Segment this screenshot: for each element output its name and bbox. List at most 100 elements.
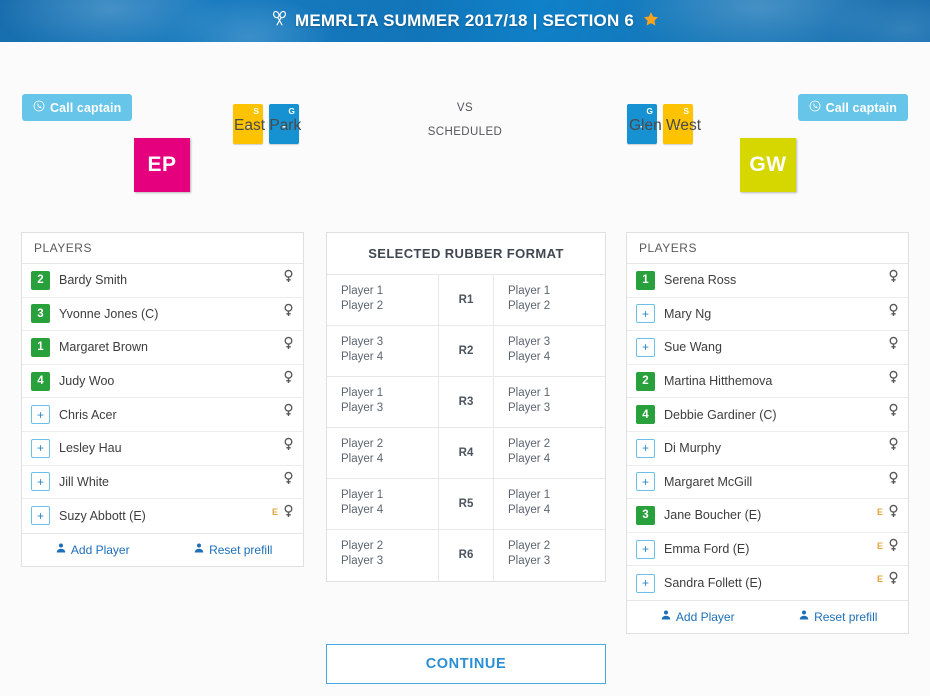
- venus-icon: [888, 403, 899, 423]
- venus-icon: [283, 370, 294, 390]
- add-player-slot-button[interactable]: +: [636, 472, 655, 492]
- person-icon: [798, 609, 810, 624]
- rubber-home-pairing: Player 2 Player 3: [341, 540, 384, 567]
- player-row[interactable]: + Mary Ng: [627, 297, 908, 332]
- player-row[interactable]: + Chris Acer: [22, 398, 303, 432]
- add-player-slot-button[interactable]: +: [31, 405, 50, 425]
- venus-icon: [888, 538, 899, 558]
- venus-icon: [283, 269, 294, 289]
- add-player-slot-button[interactable]: +: [31, 472, 50, 492]
- player-row[interactable]: + Emma Ford (E) E: [627, 532, 908, 567]
- person-icon: [660, 609, 672, 624]
- away-players-panel: PLAYERS 1 Serena Ross + Mary Ng + Sue Wang 2 Ma…: [626, 232, 909, 634]
- player-name: Sandra Follett (E): [664, 576, 762, 591]
- rubber-number: R4: [438, 428, 494, 478]
- player-position-badge: 4: [636, 405, 655, 425]
- player-row[interactable]: + Jill White: [22, 465, 303, 500]
- add-player-slot-button[interactable]: +: [636, 573, 655, 593]
- continue-button[interactable]: CONTINUE: [326, 644, 606, 684]
- player-name: Martina Hitthemova: [664, 374, 773, 389]
- rubber-format-panel: SELECTED RUBBER FORMAT Player 1 Player 2 R…: [326, 232, 606, 582]
- rubber-number: R5: [438, 479, 494, 529]
- crossed-racquets-icon: [271, 10, 288, 32]
- rubber-format-row: Player 3 Player 4 R2 Player 3 Player 4: [327, 326, 605, 377]
- rubber-away-pairing: Player 1 Player 2: [508, 285, 551, 312]
- rubber-format-row: Player 1 Player 4 R5 Player 1 Player 4: [327, 479, 605, 530]
- player-name: Chris Acer: [59, 407, 117, 422]
- add-player-slot-button[interactable]: +: [636, 539, 655, 559]
- reset-prefill-button-home[interactable]: Reset prefill: [163, 542, 304, 557]
- add-player-label-home: Add Player: [70, 542, 130, 557]
- player-name: Sue Wang: [664, 340, 722, 355]
- rubber-format-row: Player 2 Player 4 R4 Player 2 Player 4: [327, 428, 605, 479]
- team-name-home: East Park: [234, 117, 302, 134]
- add-player-button-home[interactable]: Add Player: [22, 542, 163, 557]
- player-row[interactable]: 2 Bardy Smith: [22, 264, 303, 298]
- player-row[interactable]: 1 Serena Ross: [627, 264, 908, 298]
- player-row[interactable]: + Suzy Abbott (E) E: [22, 499, 303, 533]
- rubber-away-pairing: Player 3 Player 4: [508, 336, 551, 363]
- rubber-format-row: Player 1 Player 3 R3 Player 1 Player 3: [327, 377, 605, 428]
- player-name: Suzy Abbott (E): [59, 508, 146, 523]
- venus-icon: [888, 303, 899, 323]
- rubber-home-pairing: Player 3 Player 4: [341, 336, 384, 363]
- rubber-number: R1: [438, 275, 494, 325]
- player-name: Jill White: [59, 474, 110, 489]
- player-position-badge: 3: [636, 505, 655, 525]
- rubber-number: R6: [438, 530, 494, 581]
- player-position-badge: 2: [636, 371, 655, 391]
- player-row[interactable]: 1 Margaret Brown: [22, 331, 303, 365]
- vs-label: VS: [456, 102, 474, 114]
- person-icon: [55, 542, 67, 557]
- venus-icon: [888, 269, 899, 289]
- add-player-slot-button[interactable]: +: [636, 438, 655, 458]
- add-player-slot-button[interactable]: +: [636, 304, 655, 324]
- player-row[interactable]: 4 Judy Woo: [22, 364, 303, 399]
- rubber-format-row: Player 2 Player 3 R6 Player 2 Player 3: [327, 530, 605, 581]
- venus-icon: [888, 571, 899, 591]
- reset-prefill-button-away[interactable]: Reset prefill: [768, 609, 909, 624]
- player-row[interactable]: + Di Murphy: [627, 431, 908, 466]
- away-panel-footer: Add Player Reset prefill: [627, 599, 909, 633]
- rubber-home-pairing: Player 1 Player 4: [341, 489, 384, 516]
- player-row[interactable]: + Sue Wang: [627, 331, 908, 365]
- rubber-number: R2: [438, 326, 494, 376]
- add-player-slot-button[interactable]: +: [636, 337, 655, 357]
- page-title: MEMRLTA SUMMER 2017/18 | SECTION 6: [294, 11, 635, 30]
- player-name: Jane Boucher (E): [664, 508, 762, 523]
- player-row[interactable]: + Lesley Hau: [22, 431, 303, 466]
- away-players-list: 1 Serena Ross + Mary Ng + Sue Wang 2 Martina Hi…: [627, 264, 908, 600]
- player-name: Yvonne Jones (C): [59, 306, 159, 321]
- star-icon: [643, 11, 659, 32]
- venus-icon: [888, 336, 899, 356]
- player-name: Bardy Smith: [59, 273, 128, 288]
- rubber-number: R3: [438, 377, 494, 427]
- player-name: Margaret Brown: [59, 340, 148, 355]
- rubber-away-pairing: Player 2 Player 3: [508, 540, 551, 567]
- team-logo-home: EP: [134, 138, 190, 192]
- player-row[interactable]: + Sandra Follett (E) E: [627, 566, 908, 600]
- add-player-slot-button[interactable]: +: [31, 438, 50, 458]
- player-row[interactable]: 4 Debbie Gardiner (C): [627, 398, 908, 432]
- page-header: MEMRLTA SUMMER 2017/18 | SECTION 6: [0, 0, 930, 42]
- player-row[interactable]: 2 Martina Hitthemova: [627, 364, 908, 399]
- player-row[interactable]: 3 Yvonne Jones (C): [22, 297, 303, 332]
- venus-icon: [283, 403, 294, 423]
- rubber-home-pairing: Player 1 Player 2: [341, 285, 384, 312]
- venus-icon: [283, 303, 294, 323]
- venus-icon: [888, 504, 899, 524]
- player-name: Serena Ross: [664, 273, 737, 288]
- add-player-label-away: Add Player: [675, 609, 735, 624]
- reset-prefill-label-away: Reset prefill: [814, 609, 878, 624]
- rubber-format-header: SELECTED RUBBER FORMAT: [327, 233, 605, 275]
- rubber-home-pairing: Player 1 Player 3: [341, 387, 384, 414]
- venus-icon: [283, 471, 294, 491]
- teams-row: East Park EP Glen West GW: [0, 117, 930, 212]
- player-row[interactable]: + Margaret McGill: [627, 465, 908, 500]
- add-player-slot-button[interactable]: +: [31, 506, 50, 526]
- player-name: Debbie Gardiner (C): [664, 407, 777, 422]
- add-player-button-away[interactable]: Add Player: [627, 609, 768, 624]
- player-row[interactable]: 3 Jane Boucher (E) E: [627, 499, 908, 533]
- rubber-format-rows: Player 1 Player 2 R1 Player 1 Player 2 Player…: [327, 275, 605, 581]
- home-players-panel: PLAYERS 2 Bardy Smith 3 Yvonne Jones (C) 1 Ma…: [21, 232, 304, 567]
